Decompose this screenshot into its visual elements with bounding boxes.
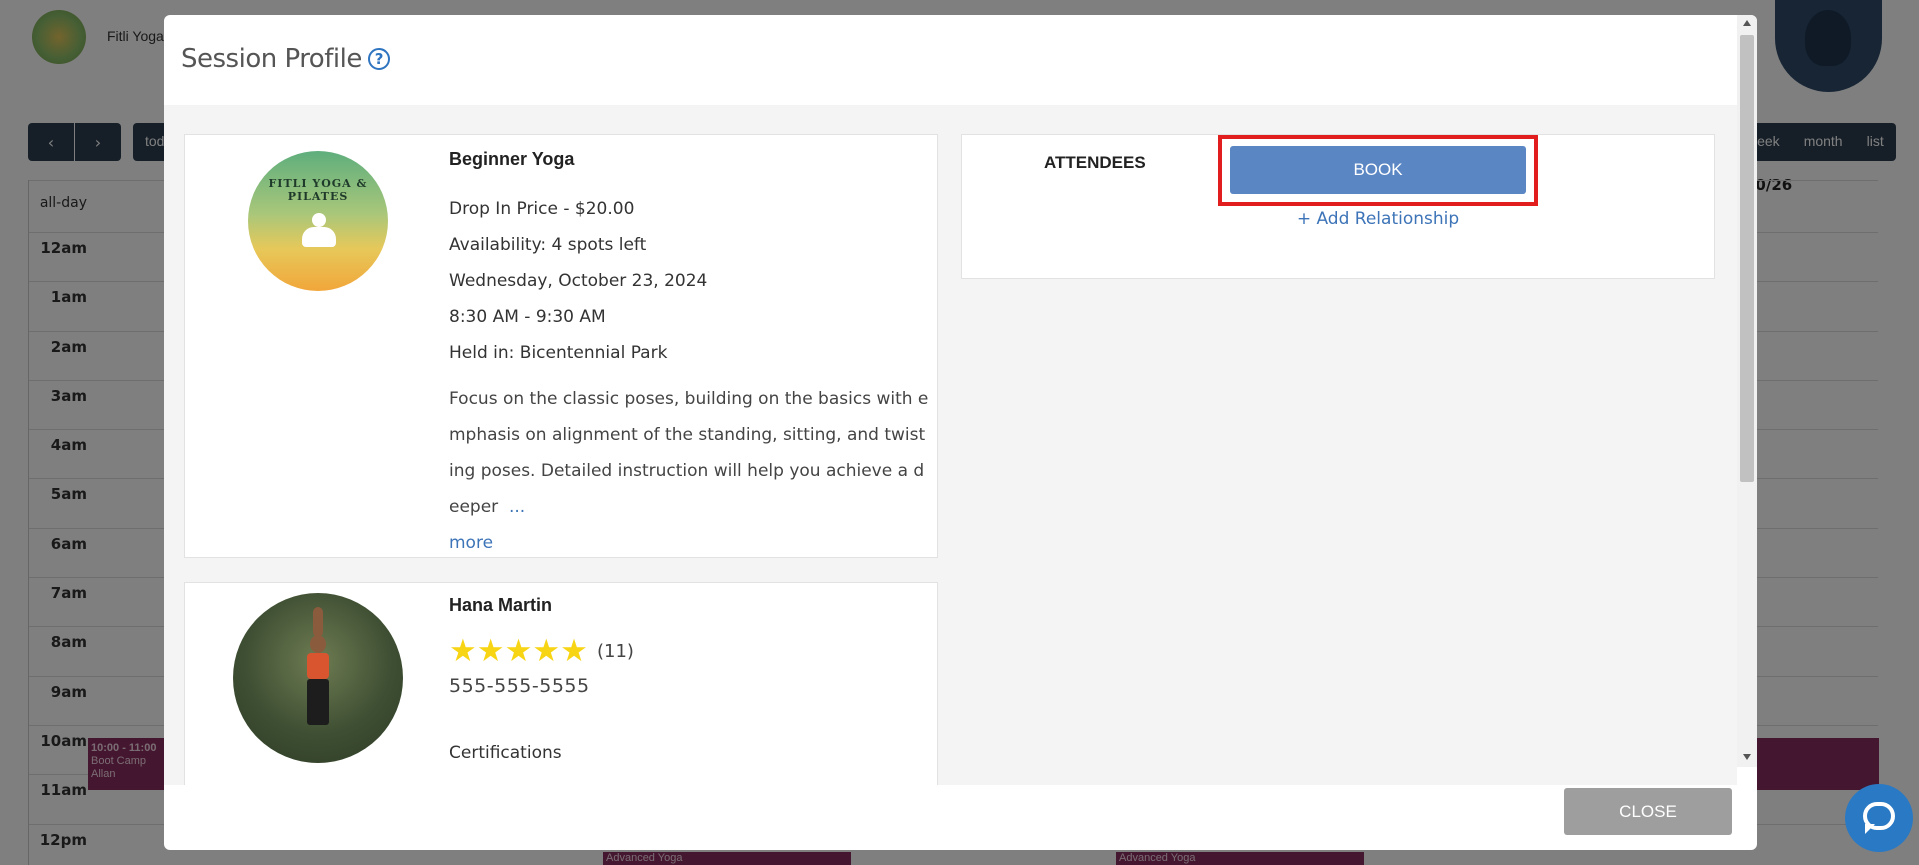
instructor-card: Hana Martin ★★★★★ (11) 555-555-5555 Cert… bbox=[184, 582, 938, 785]
star-rating-icon: ★★★★★ bbox=[449, 633, 588, 669]
scroll-down-arrow-icon[interactable] bbox=[1743, 754, 1751, 760]
instructor-info: Hana Martin ★★★★★ (11) 555-555-5555 Cert… bbox=[449, 595, 929, 763]
modal-scrollbar[interactable] bbox=[1737, 15, 1757, 767]
description-ellipsis: ... bbox=[508, 497, 526, 517]
session-location: Held in: Bicentennial Park bbox=[449, 343, 668, 363]
session-description: Focus on the classic poses, building on … bbox=[449, 381, 929, 561]
more-link[interactable]: more bbox=[449, 533, 493, 553]
certifications-label: Certifications bbox=[449, 743, 562, 763]
availability: Availability: 4 spots left bbox=[449, 235, 647, 255]
session-logo: FITLI YOGA & PILATES bbox=[248, 151, 388, 291]
logo-text: FITLI YOGA & PILATES bbox=[268, 177, 368, 203]
chat-support-button[interactable] bbox=[1845, 784, 1913, 852]
session-time: 8:30 AM - 9:30 AM bbox=[449, 307, 606, 327]
help-icon[interactable]: ? bbox=[367, 48, 390, 70]
modal-title-text: Session Profile bbox=[181, 44, 362, 74]
attendees-label: ATTENDEES bbox=[1044, 153, 1146, 172]
instructor-phone: 555-555-5555 bbox=[449, 675, 590, 697]
scroll-up-arrow-icon[interactable] bbox=[1743, 20, 1751, 26]
instructor-rating: ★★★★★ (11) bbox=[449, 636, 929, 667]
drop-in-price: Drop In Price - $20.00 bbox=[449, 199, 635, 219]
modal-title: Session Profile? bbox=[181, 44, 390, 74]
scroll-thumb[interactable] bbox=[1740, 35, 1754, 482]
modal-body: FITLI YOGA & PILATES Beginner Yoga Drop … bbox=[164, 105, 1737, 785]
instructor-photo bbox=[233, 593, 403, 763]
attendees-card: ATTENDEES BOOK + Add Relationship bbox=[961, 134, 1715, 279]
class-name: Beginner Yoga bbox=[449, 149, 575, 169]
photo-top bbox=[307, 653, 329, 679]
instructor-name: Hana Martin bbox=[449, 595, 553, 615]
book-button[interactable]: BOOK bbox=[1230, 146, 1526, 194]
session-card: FITLI YOGA & PILATES Beginner Yoga Drop … bbox=[184, 134, 938, 558]
photo-legs bbox=[307, 679, 329, 725]
logo-figure-body bbox=[302, 227, 336, 247]
logo-ring: FITLI YOGA & PILATES bbox=[260, 163, 376, 279]
session-date: Wednesday, October 23, 2024 bbox=[449, 271, 708, 291]
session-info: Beginner Yoga Drop In Price - $20.00 Ava… bbox=[449, 149, 929, 561]
rating-count: (11) bbox=[596, 641, 634, 662]
add-relationship-link[interactable]: + Add Relationship bbox=[1218, 209, 1538, 229]
chat-icon-tail bbox=[1865, 824, 1875, 834]
close-button[interactable]: CLOSE bbox=[1564, 788, 1732, 835]
photo-head bbox=[310, 635, 326, 653]
session-profile-modal: Session Profile? FITLI YOGA & PILATES Be… bbox=[164, 15, 1757, 850]
photo-arms bbox=[313, 607, 323, 637]
logo-figure-head bbox=[312, 213, 326, 227]
